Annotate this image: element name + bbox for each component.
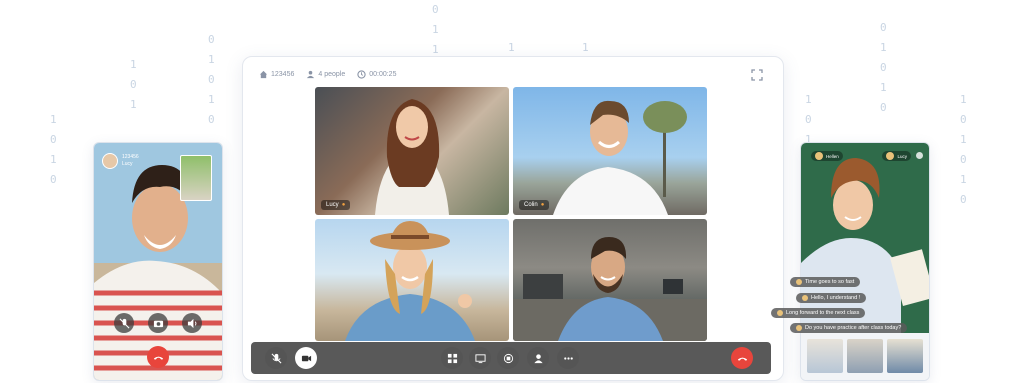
camera-button[interactable] — [295, 347, 317, 369]
chat-message: Do you have practice after class today? — [790, 323, 908, 333]
participant-name: Lucy — [897, 153, 907, 159]
microphone-off-icon — [119, 318, 129, 328]
avatar — [796, 279, 802, 285]
video-tile-participant-4[interactable] — [513, 219, 707, 341]
video-tile-lucy[interactable]: Lucy ● — [315, 87, 509, 215]
avatar — [102, 153, 118, 169]
layout-button[interactable] — [441, 347, 463, 369]
hang-up-button[interactable] — [731, 347, 753, 369]
chat-text: Do you have practice after class today? — [805, 325, 902, 331]
participant-name: Colin — [524, 202, 538, 208]
caller-info: 123456 Lucy — [102, 153, 139, 169]
call-duration: 00:00:25 — [369, 71, 397, 78]
participant-video — [345, 221, 475, 341]
mic-icon: ● — [540, 202, 545, 208]
host-name: Hellen — [826, 153, 839, 159]
hang-up-button[interactable] — [147, 346, 169, 368]
student-thumbnails — [807, 339, 923, 373]
call-control-bar — [251, 342, 771, 374]
avatar — [886, 152, 895, 160]
record-icon — [503, 353, 513, 363]
self-view-thumbnail[interactable] — [180, 155, 212, 201]
avatar — [815, 152, 823, 160]
more-button[interactable] — [557, 347, 579, 369]
room-info: 123456 — [259, 70, 294, 79]
switch-camera-button[interactable] — [148, 313, 168, 333]
person-icon — [533, 353, 543, 363]
participants-button[interactable] — [527, 347, 549, 369]
home-icon — [259, 70, 268, 79]
video-camera-icon — [301, 355, 311, 361]
chat-text: Hello, I understand ! — [811, 295, 861, 301]
meeting-info-bar: 123456 4 people 00:00:25 — [259, 70, 396, 79]
participant-count: 4 people — [318, 71, 346, 78]
phone-hangup-icon — [737, 357, 747, 361]
participants-info: 4 people — [306, 70, 345, 79]
close-icon[interactable] — [916, 152, 923, 159]
participant-video — [553, 100, 687, 215]
avatar — [777, 310, 783, 316]
mute-button[interactable] — [114, 313, 134, 333]
class-header: Hellen — [811, 151, 843, 161]
room-id: 123456 — [271, 71, 295, 78]
chat-message: Time goes to so fast — [790, 277, 861, 287]
camera-icon — [153, 320, 163, 327]
avatar — [796, 325, 802, 331]
meeting-window: 123456 4 people 00:00:25 Lucy ● Colin ● — [242, 56, 784, 381]
duration-info: 00:00:25 — [357, 70, 396, 79]
mic-icon: ● — [341, 202, 346, 208]
chat-text: Long forward to the next class — [786, 310, 860, 316]
mobile-class-right: Hellen Lucy — [800, 142, 930, 381]
participant-name: Lucy — [326, 202, 339, 208]
record-button[interactable] — [497, 347, 519, 369]
student-thumbnail[interactable] — [887, 339, 923, 373]
chat-message: Long forward to the next class — [771, 308, 866, 318]
class-header-right: Lucy — [882, 151, 911, 161]
participant-video — [375, 99, 449, 215]
avatar — [802, 295, 808, 301]
mobile-call-left: 123456 Lucy — [93, 142, 223, 381]
screen-share-icon — [474, 353, 486, 363]
chat-text: Time goes to so fast — [805, 279, 855, 285]
person-icon — [307, 70, 315, 79]
video-tile-colin[interactable]: Colin ● — [513, 87, 707, 215]
student-thumbnail[interactable] — [847, 339, 883, 373]
video-tile-participant-3[interactable] — [315, 219, 509, 341]
caller-name: Lucy — [122, 161, 133, 167]
student-thumbnail[interactable] — [807, 339, 843, 373]
speaker-button[interactable] — [182, 313, 202, 333]
grid-layout-icon — [447, 353, 457, 363]
name-tag: Lucy ● — [321, 200, 351, 210]
share-screen-button[interactable] — [469, 347, 491, 369]
clock-icon — [357, 70, 366, 79]
chat-message: Hello, I understand ! — [796, 293, 867, 303]
speaker-icon — [187, 318, 196, 328]
microphone-off-icon — [271, 353, 281, 363]
mute-button[interactable] — [265, 347, 287, 369]
phone-hangup-icon — [153, 356, 163, 360]
name-tag: Colin ● — [519, 200, 550, 210]
caller-room-id: 123456 — [122, 154, 139, 160]
more-options-icon — [563, 356, 573, 360]
participant-video — [513, 237, 707, 341]
expand-icon[interactable] — [751, 69, 763, 81]
